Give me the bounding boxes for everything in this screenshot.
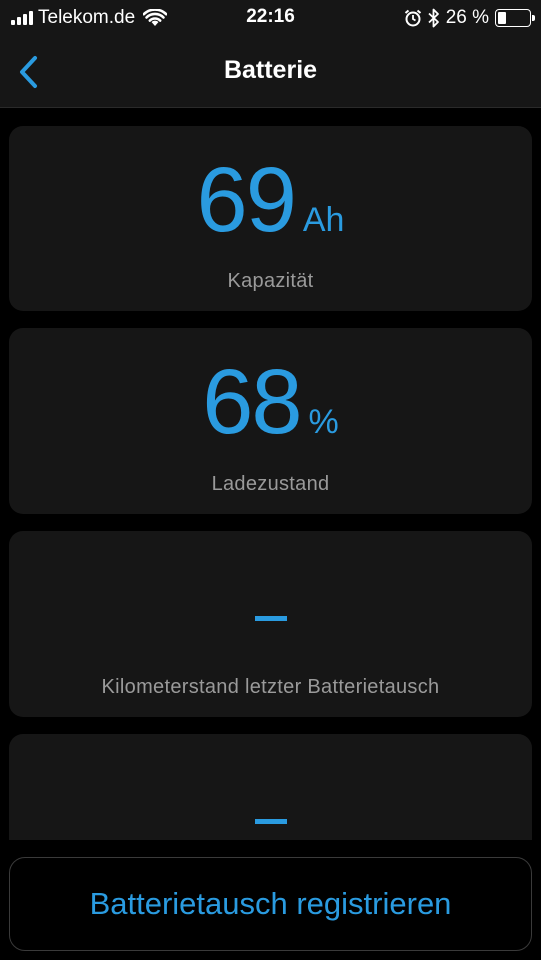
bluetooth-icon [428,8,439,28]
charge-state-unit: % [308,403,339,441]
fourth-card-value [9,811,532,829]
capacity-card: 69 Ah Kapazität [9,126,532,311]
charge-state-label: Ladezustand [211,473,330,495]
battery-percent: 26 % [445,7,489,28]
capacity-unit: Ah [302,201,345,239]
status-right: 26 % [404,6,535,30]
alarm-icon [404,9,421,27]
status-bar: Telekom.de 22:16 26 % [0,0,541,36]
last-change-mileage-value [9,608,532,626]
charge-state-number: 68 [202,351,302,453]
capacity-number: 69 [196,149,297,251]
last-change-mileage-label: Kilometerstand letzter Batterietausch [101,676,440,698]
capacity-value: 69 Ah [9,148,532,253]
charge-state-value: 68% [9,350,532,455]
page-title: Batterie [223,56,318,84]
battery-icon [495,9,535,27]
register-battery-change-button[interactable]: Batterietausch registrieren [9,857,532,951]
navigation-bar: Batterie [0,36,541,108]
capacity-label: Kapazität [227,270,314,292]
last-change-mileage-card: Kilometerstand letzter Batterietausch [9,531,532,717]
charge-state-card: 68% Ladezustand [9,328,532,514]
